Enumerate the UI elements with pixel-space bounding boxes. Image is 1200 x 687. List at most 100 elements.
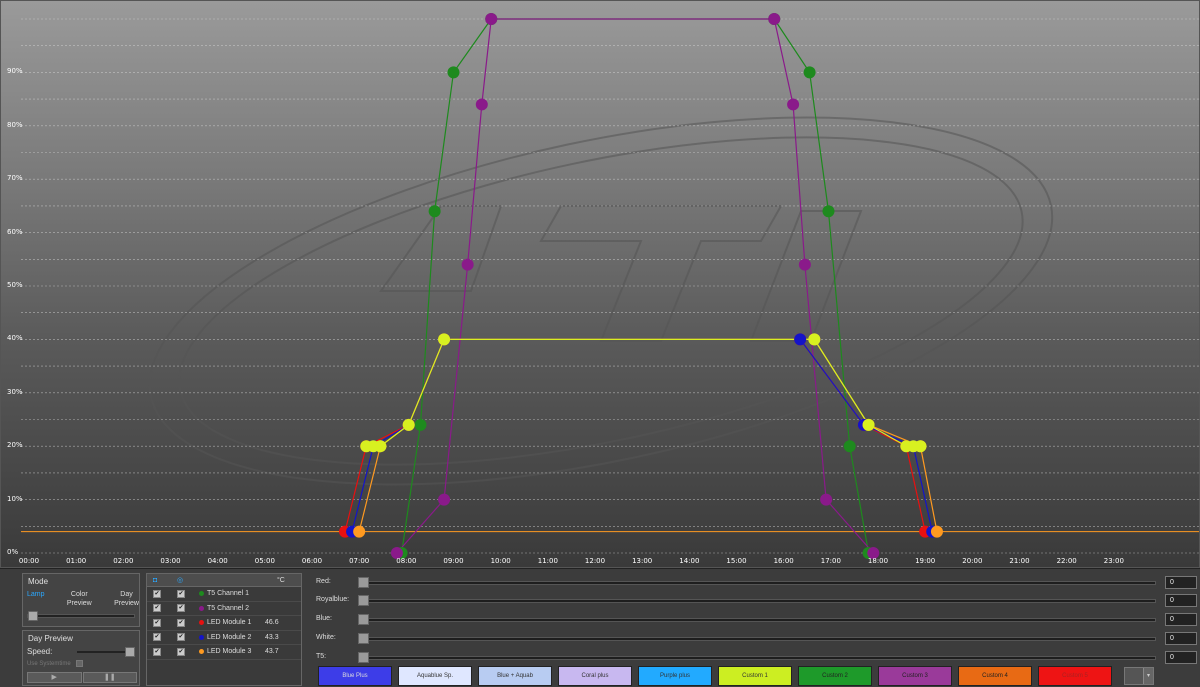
slider-track[interactable] xyxy=(360,656,1156,660)
x-tick-label: 08:00 xyxy=(396,557,417,565)
slider-value-field[interactable]: 0 xyxy=(1165,576,1197,589)
y-tick-label: 80% xyxy=(7,120,23,129)
row-enable-checkbox[interactable]: ✔ xyxy=(153,589,161,598)
chevron-down-icon[interactable]: ▾ xyxy=(1143,668,1153,684)
preset-custom-2[interactable]: Custom 2 xyxy=(798,666,872,686)
y-tick-label: 60% xyxy=(7,227,23,236)
mode-slider-handle[interactable] xyxy=(28,611,38,621)
x-tick-label: 01:00 xyxy=(66,557,87,565)
curve-point[interactable] xyxy=(862,418,875,431)
x-tick-label: 12:00 xyxy=(584,557,606,565)
curve-point[interactable] xyxy=(930,525,943,538)
curve-point[interactable] xyxy=(768,13,781,25)
row-visible-checkbox[interactable]: ✔ xyxy=(177,618,185,627)
mode-title: Mode xyxy=(28,577,49,586)
slider-track[interactable] xyxy=(360,599,1156,603)
preset-blue-plus[interactable]: Blue Plus xyxy=(318,666,392,686)
module-name: LED Module 1 xyxy=(207,619,252,627)
y-tick-label: 40% xyxy=(7,334,23,343)
slider-handle[interactable] xyxy=(358,633,369,644)
row-enable-checkbox[interactable]: ✔ xyxy=(153,604,161,613)
preset-coral-plus[interactable]: Coral plus xyxy=(558,666,632,686)
x-tick-label: 14:00 xyxy=(679,557,700,565)
slider-value-field[interactable]: 0 xyxy=(1165,632,1197,645)
mode-day-preview[interactable]: Day Preview xyxy=(114,590,139,608)
curve-point[interactable] xyxy=(428,205,441,218)
row-enable-checkbox[interactable]: ✔ xyxy=(153,633,161,642)
preset-blue-aquab[interactable]: Blue + Aquab xyxy=(478,666,552,686)
slider-handle[interactable] xyxy=(358,577,369,588)
row-visible-checkbox[interactable]: ✔ xyxy=(177,604,185,613)
slider-track[interactable] xyxy=(360,618,1156,622)
slider-track[interactable] xyxy=(360,637,1156,641)
table-row: ✔ ✔ LED Module 2 43.3 xyxy=(147,631,301,645)
x-tick-label: 04:00 xyxy=(207,557,228,565)
pause-button[interactable]: ❚❚ xyxy=(82,672,137,683)
light-curve-chart[interactable]: 0% 10% 20% 30% 40% 50% 60% 70% 80% 90% 00:00 01:00… xyxy=(0,0,1200,568)
x-tick-label: 03:00 xyxy=(160,557,181,565)
curve-point[interactable] xyxy=(374,440,387,453)
slider-handle[interactable] xyxy=(358,614,369,625)
curve-point[interactable] xyxy=(438,493,451,506)
row-visible-checkbox[interactable]: ✔ xyxy=(177,647,185,656)
curve-point[interactable] xyxy=(402,418,415,431)
slider-track[interactable] xyxy=(360,581,1156,585)
preset-dropdown[interactable]: ▾ xyxy=(1124,667,1154,685)
slider-value-field[interactable]: 0 xyxy=(1165,651,1197,664)
play-button[interactable]: ▶ xyxy=(27,672,82,683)
row-enable-checkbox[interactable]: ✔ xyxy=(153,647,161,656)
app-window: 0% 10% 20% 30% 40% 50% 60% 70% 80% 90% 00:00 01:00… xyxy=(0,0,1200,687)
y-tick-label: 50% xyxy=(7,281,23,289)
x-tick-label: 11:00 xyxy=(537,557,558,565)
x-tick-label: 19:00 xyxy=(915,557,936,565)
preset-purple-plus[interactable]: Purple plus xyxy=(638,666,712,686)
slider-label: Royalblue: xyxy=(316,596,350,603)
speed-slider[interactable] xyxy=(77,647,135,657)
preset-custom-5[interactable]: Custom 5 xyxy=(1038,666,1112,686)
slider-value-field[interactable]: 0 xyxy=(1165,594,1197,607)
preset-custom-4[interactable]: Custom 4 xyxy=(958,666,1032,686)
curve-point[interactable] xyxy=(822,205,835,218)
use-systemtime-checkbox[interactable] xyxy=(76,660,84,667)
curve-point[interactable] xyxy=(803,66,816,79)
preset-custom-3[interactable]: Custom 3 xyxy=(878,666,952,686)
curve-point[interactable] xyxy=(414,418,427,431)
curve-point[interactable] xyxy=(447,66,460,79)
module-temp: 43.7 xyxy=(265,648,279,656)
x-tick-label: 09:00 xyxy=(443,557,464,565)
module-color-dot xyxy=(199,605,204,611)
curve-point[interactable] xyxy=(353,525,366,538)
slider-value-field[interactable]: 0 xyxy=(1165,613,1197,626)
curve-point[interactable] xyxy=(438,333,451,346)
row-visible-checkbox[interactable]: ✔ xyxy=(177,633,185,642)
x-tick-label: 17:00 xyxy=(820,557,841,565)
curve-point[interactable] xyxy=(485,13,498,25)
curve-point[interactable] xyxy=(787,98,800,111)
x-tick-label: 15:00 xyxy=(726,557,747,565)
slider-handle[interactable] xyxy=(358,652,369,663)
header-col1-icon[interactable]: ◘ xyxy=(153,577,161,584)
day-preview-title: Day Preview xyxy=(28,634,73,643)
mode-color-preview[interactable]: Color Preview xyxy=(67,590,92,608)
curve-point[interactable] xyxy=(798,258,811,271)
curve-point[interactable] xyxy=(794,333,807,346)
curve-point[interactable] xyxy=(820,493,833,506)
curve-point[interactable] xyxy=(461,258,474,271)
header-col2-icon[interactable]: ◎ xyxy=(177,576,185,584)
curve-point[interactable] xyxy=(475,98,488,111)
x-tick-label: 21:00 xyxy=(1009,557,1030,565)
slider-handle[interactable] xyxy=(358,595,369,606)
mode-slider[interactable] xyxy=(27,611,135,621)
day-preview-panel: Day Preview Speed: Use Systemtime ▶ ❚❚ xyxy=(22,630,140,686)
row-enable-checkbox[interactable]: ✔ xyxy=(153,618,161,627)
preset-aquablue-sp[interactable]: Aquablue Sp. xyxy=(398,666,472,686)
curve-point[interactable] xyxy=(843,440,856,453)
curve-point[interactable] xyxy=(808,333,821,346)
curve-point[interactable] xyxy=(914,440,927,453)
x-tick-label: 18:00 xyxy=(867,557,889,565)
speed-slider-handle[interactable] xyxy=(125,647,135,657)
preset-custom-1[interactable]: Custom 1 xyxy=(718,666,792,686)
module-color-dot xyxy=(199,591,204,597)
row-visible-checkbox[interactable]: ✔ xyxy=(177,589,185,598)
mode-lamp[interactable]: Lamp xyxy=(27,590,45,608)
